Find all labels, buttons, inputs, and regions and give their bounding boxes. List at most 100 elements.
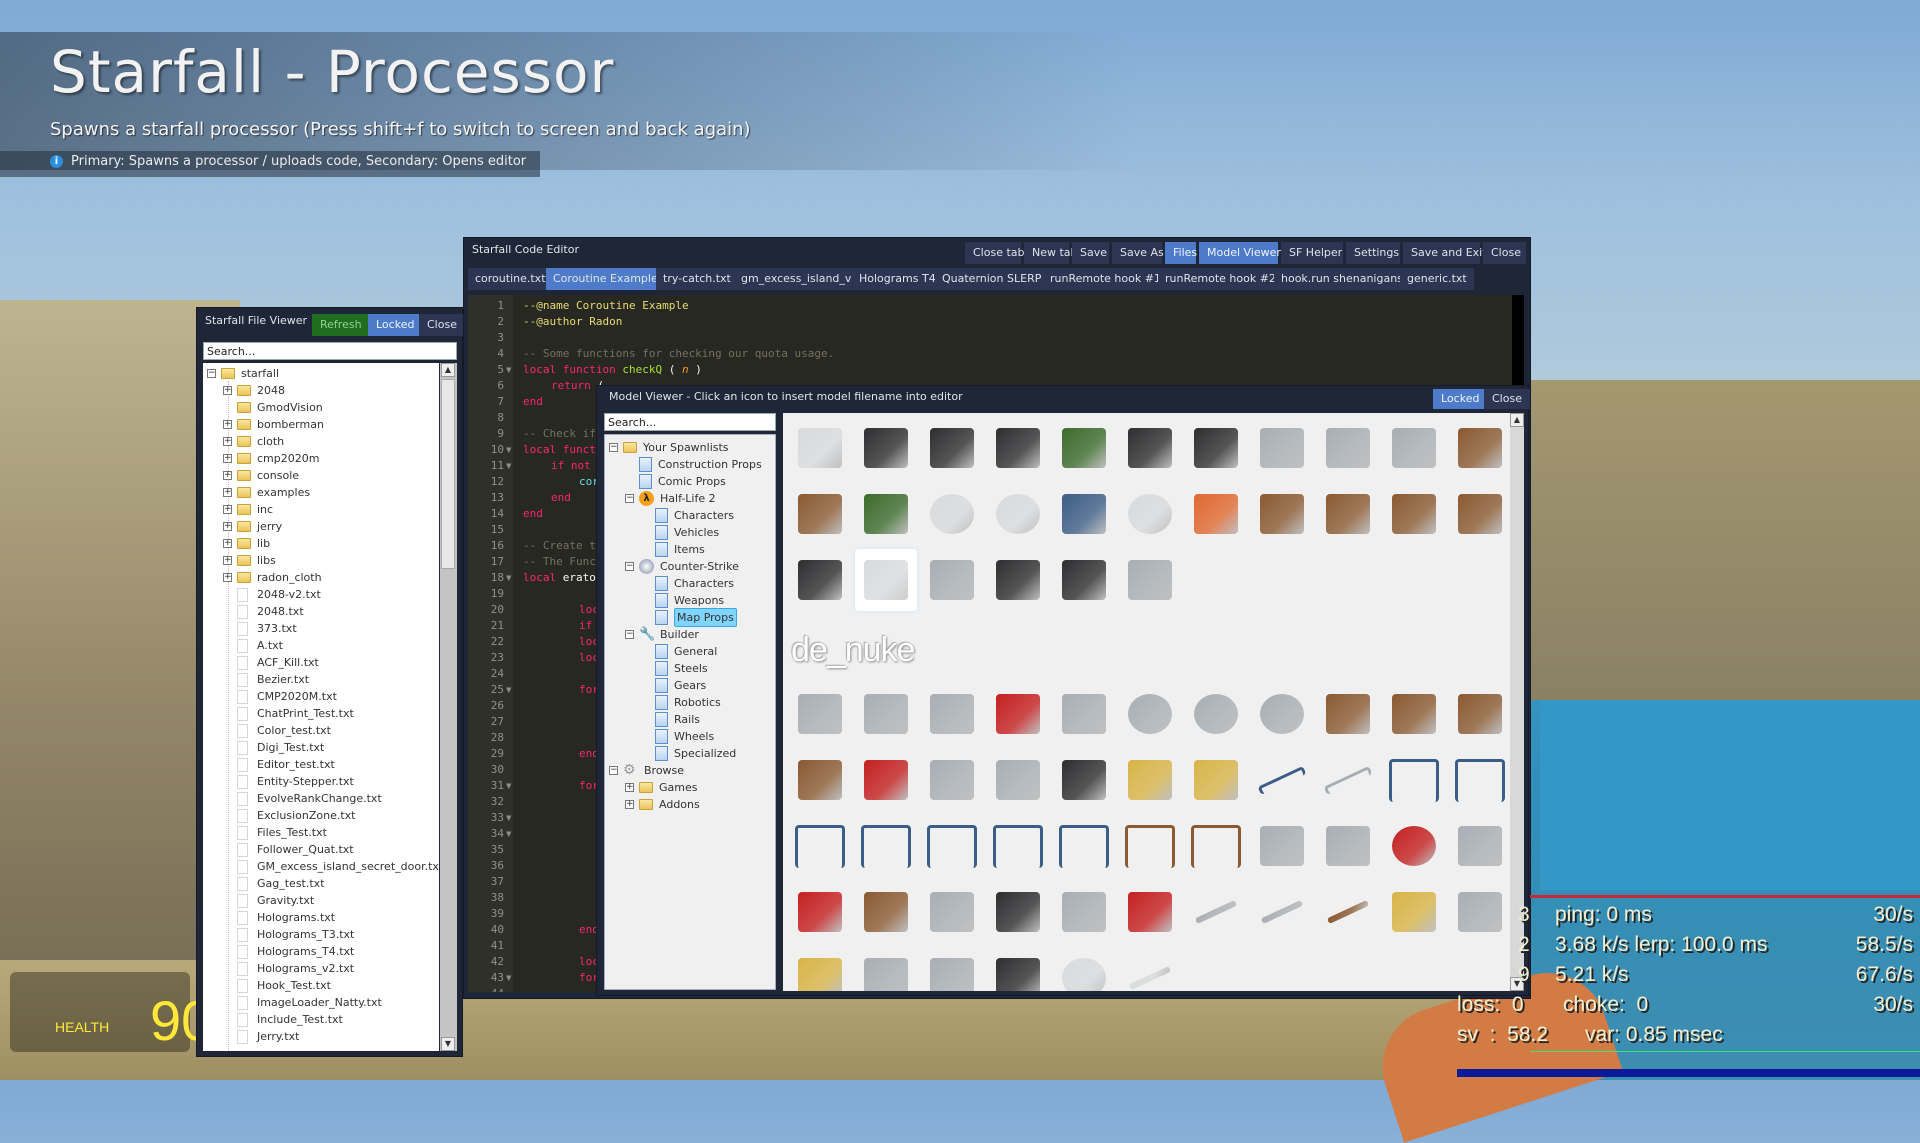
model-search-input[interactable]: Search... bbox=[604, 413, 776, 431]
folder-item[interactable]: + libs bbox=[223, 552, 276, 569]
model-icon-armchair[interactable] bbox=[1317, 483, 1379, 545]
expand-icon[interactable]: + bbox=[223, 420, 232, 429]
toolbar-button-files[interactable]: Files bbox=[1165, 242, 1197, 264]
model-icon-pipe[interactable] bbox=[1185, 881, 1247, 943]
refresh-button[interactable]: Refresh bbox=[312, 314, 370, 336]
collapse-icon[interactable]: − bbox=[625, 562, 634, 571]
model-icon-control-panel[interactable] bbox=[1053, 881, 1115, 943]
spawnlist-item[interactable]: Rails bbox=[641, 711, 700, 728]
model-icon-desk-phone-2[interactable] bbox=[921, 417, 983, 479]
model-icon-metal-shelf[interactable] bbox=[1317, 417, 1379, 479]
file-item[interactable]: ExclusionZone.txt bbox=[237, 807, 355, 824]
expand-icon[interactable]: + bbox=[223, 437, 232, 446]
spawnlist-item[interactable]: General bbox=[641, 643, 717, 660]
toolbar-button-close[interactable]: Close bbox=[1483, 242, 1526, 264]
model-icon-remote-control[interactable] bbox=[1185, 417, 1247, 479]
spawnlist-item[interactable]: − Counter-Strike bbox=[625, 558, 739, 575]
file-item[interactable]: Include_Test.txt bbox=[237, 1011, 343, 1028]
model-icon-yellow-tank[interactable] bbox=[789, 947, 851, 991]
folder-item[interactable]: GmodVision bbox=[223, 399, 323, 416]
model-icon-branch[interactable] bbox=[855, 483, 917, 545]
fold-arrow-icon[interactable]: ▼ bbox=[506, 814, 511, 822]
tree-root[interactable]: − starfall bbox=[207, 365, 279, 382]
spawnlist-item[interactable]: Wheels bbox=[641, 728, 714, 745]
collapse-icon[interactable]: − bbox=[609, 443, 618, 452]
locked-button[interactable]: Locked bbox=[368, 314, 423, 336]
model-icon-rusty-frame[interactable] bbox=[1119, 815, 1181, 877]
file-item[interactable]: Digi_Test.txt bbox=[237, 739, 324, 756]
spawnlist-item[interactable]: Construction Props bbox=[625, 456, 762, 473]
fold-arrow-icon[interactable]: ▼ bbox=[506, 830, 511, 838]
folder-item[interactable]: + console bbox=[223, 467, 299, 484]
toolbar-button-model-viewer[interactable]: Model Viewer bbox=[1199, 242, 1281, 264]
model-icon-scaffold-3[interactable] bbox=[921, 815, 983, 877]
expand-icon[interactable]: + bbox=[223, 488, 232, 497]
model-icon-debris[interactable] bbox=[921, 683, 983, 745]
file-item[interactable]: CMP2020M.txt bbox=[237, 688, 337, 705]
spawnlist-item[interactable]: − λ Half-Life 2 bbox=[625, 490, 716, 507]
model-icon-rusty-frame-2[interactable] bbox=[1185, 815, 1247, 877]
model-icon-pallet-crate[interactable] bbox=[789, 749, 851, 811]
model-icon-red-car[interactable] bbox=[987, 683, 1049, 745]
editor-tab[interactable]: gm_excess_island_v2 bbox=[734, 268, 866, 290]
model-icon-couch[interactable] bbox=[1251, 483, 1313, 545]
expand-icon[interactable]: + bbox=[223, 454, 232, 463]
editor-tab[interactable]: Holograms T4 bbox=[852, 268, 943, 290]
scroll-up-icon[interactable]: ▲ bbox=[1510, 413, 1524, 427]
expand-icon[interactable]: + bbox=[223, 522, 232, 531]
expand-icon[interactable]: + bbox=[223, 386, 232, 395]
expand-icon[interactable]: + bbox=[223, 471, 232, 480]
model-icon-caged-lamp[interactable] bbox=[789, 881, 851, 943]
toolbar-button-save-as[interactable]: Save As bbox=[1112, 242, 1164, 264]
expand-icon[interactable]: + bbox=[223, 556, 232, 565]
model-icon-electrical-panel[interactable] bbox=[921, 881, 983, 943]
editor-tab[interactable]: generic.txt bbox=[1400, 268, 1474, 290]
file-tree-scrollbar[interactable]: ▲ ▼ bbox=[440, 363, 457, 1051]
file-item[interactable]: Holograms_v2.txt bbox=[237, 960, 354, 977]
spawnlist-item[interactable]: Specialized bbox=[641, 745, 736, 762]
file-item[interactable]: Entity-Stepper.txt bbox=[237, 773, 354, 790]
model-icon-wall-clock[interactable] bbox=[1119, 683, 1181, 745]
spawnlist-item[interactable]: − Your Spawnlists bbox=[609, 439, 729, 456]
model-icon-snowball[interactable] bbox=[1119, 483, 1181, 545]
toolbar-button-sf-helper[interactable]: SF Helper bbox=[1281, 242, 1343, 264]
spawnlist-item[interactable]: + Addons bbox=[625, 796, 700, 813]
model-icon-snowball-face[interactable] bbox=[987, 483, 1049, 545]
model-icon-lockers[interactable] bbox=[987, 749, 1049, 811]
model-icon-vcr[interactable] bbox=[1119, 417, 1181, 479]
model-icon-red-light[interactable] bbox=[855, 749, 917, 811]
file-item[interactable]: Jerry.txt bbox=[237, 1028, 299, 1045]
model-icon-cooling-tower[interactable] bbox=[1251, 683, 1313, 745]
spawnlist-item[interactable]: Vehicles bbox=[641, 524, 719, 541]
model-icon-wall-lamp[interactable] bbox=[1449, 815, 1510, 877]
fold-arrow-icon[interactable]: ▼ bbox=[506, 446, 511, 454]
model-icon-pipe-grid[interactable] bbox=[1317, 749, 1379, 811]
file-item[interactable]: ChatPrint_Test.txt bbox=[237, 705, 354, 722]
model-icon-pipe-frame[interactable] bbox=[1251, 749, 1313, 811]
model-icon-hanging-lamp[interactable] bbox=[1317, 815, 1379, 877]
file-item[interactable]: Hook_Test.txt bbox=[237, 977, 331, 994]
file-item[interactable]: Files_Test.txt bbox=[237, 824, 327, 841]
scroll-down-icon[interactable]: ▼ bbox=[441, 1037, 455, 1051]
file-item[interactable]: Bezier.txt bbox=[237, 671, 309, 688]
model-icon-water-tank[interactable] bbox=[1383, 881, 1445, 943]
fold-arrow-icon[interactable]: ▼ bbox=[506, 686, 511, 694]
file-item[interactable]: Holograms.txt bbox=[237, 909, 335, 926]
file-item[interactable]: Editor_test.txt bbox=[237, 756, 335, 773]
model-icon-paper-sheet[interactable] bbox=[855, 549, 917, 611]
spawnlist-item[interactable]: − ⚙ Browse bbox=[609, 762, 684, 779]
expand-icon[interactable]: + bbox=[223, 539, 232, 548]
model-icon-metal-plate[interactable] bbox=[921, 947, 983, 991]
spawnlist-item[interactable]: Weapons bbox=[641, 592, 724, 609]
model-icon-water-bottle[interactable] bbox=[1119, 549, 1181, 611]
file-item[interactable]: Color_test.txt bbox=[237, 722, 331, 739]
model-icon-phone-handset[interactable] bbox=[987, 417, 1049, 479]
model-icon-pallet-jack[interactable] bbox=[1185, 749, 1247, 811]
toolbar-button-new-tab[interactable]: New tab bbox=[1024, 242, 1078, 264]
file-item[interactable]: ACF_Kill.txt bbox=[237, 654, 319, 671]
editor-tab[interactable]: coroutine.txt bbox=[468, 268, 553, 290]
file-item[interactable]: Gravity.txt bbox=[237, 892, 314, 909]
model-icon-scaffold-5[interactable] bbox=[1053, 815, 1115, 877]
model-icon-scaffold-2[interactable] bbox=[855, 815, 917, 877]
editor-tab[interactable]: runRemote hook #2 bbox=[1158, 268, 1283, 290]
